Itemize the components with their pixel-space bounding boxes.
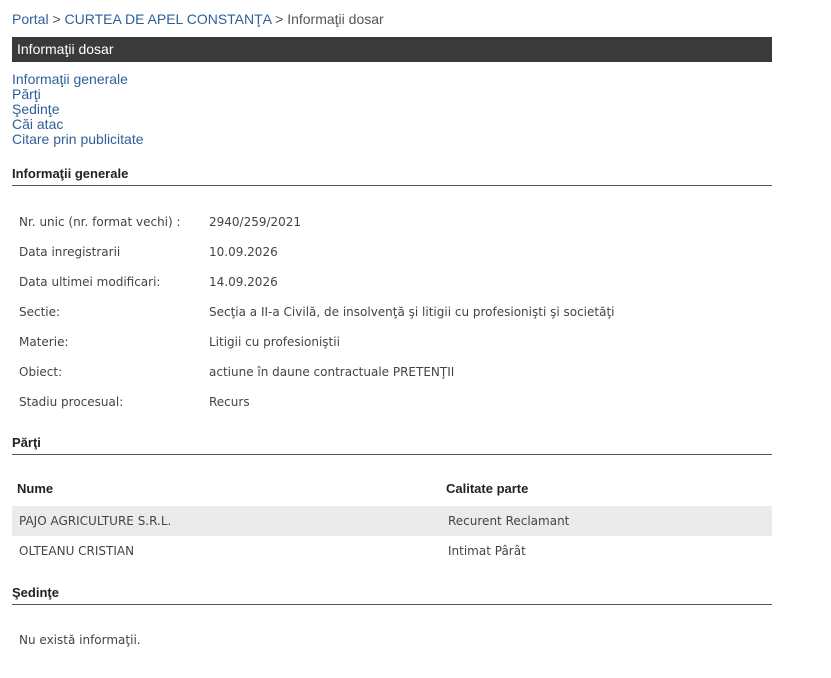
link-public-summons[interactable]: Citare prin publicitate (12, 132, 144, 147)
party-name: OLTEANU CRISTIAN (19, 544, 135, 558)
link-hearings[interactable]: Şedinţe (12, 102, 144, 117)
info-row: Materie: Litigii cu profesioniştii (19, 335, 340, 349)
breadcrumb-separator: > (52, 11, 61, 27)
info-value: 10.09.2026 (209, 245, 278, 259)
info-row: Data inregistrarii 10.09.2026 (19, 245, 278, 259)
parties-heading: Părţi (12, 435, 772, 455)
info-label: Stadiu procesual: (19, 395, 124, 409)
info-label: Data ultimei modificari: (19, 275, 161, 289)
info-value: 14.09.2026 (209, 275, 278, 289)
link-general-info[interactable]: Informaţii generale (12, 72, 144, 87)
general-info-heading: Informaţii generale (12, 166, 772, 186)
info-label: Obiect: (19, 365, 63, 379)
info-value: Recurs (209, 395, 250, 409)
info-label: Nr. unic (nr. format vechi) : (19, 215, 181, 229)
link-appeals[interactable]: Căi atac (12, 117, 144, 132)
party-name: PAJO AGRICULTURE S.R.L. (19, 514, 172, 528)
breadcrumb-current: Informaţii dosar (287, 11, 384, 27)
info-label: Sectie: (19, 305, 61, 319)
breadcrumb-court-link[interactable]: CURTEA DE APEL CONSTANŢA (65, 11, 272, 27)
table-row: OLTEANU CRISTIAN Intimat Pârât (12, 536, 772, 566)
column-header-role: Calitate parte (446, 481, 529, 496)
party-role: Recurent Reclamant (448, 514, 570, 528)
section-links: Informaţii generale Părţi Şedinţe Căi at… (12, 72, 144, 147)
info-row: Sectie: Secţia a II-a Civilă, de insolven… (19, 305, 615, 319)
breadcrumb-portal-link[interactable]: Portal (12, 11, 49, 27)
info-row: Data ultimei modificari: 14.09.2026 (19, 275, 278, 289)
party-role: Intimat Pârât (448, 544, 526, 558)
column-header-name: Nume (17, 481, 54, 496)
hearings-heading: Şedinţe (12, 585, 772, 605)
breadcrumb: Portal > CURTEA DE APEL CONSTANŢA > Info… (12, 11, 384, 27)
table-row: PAJO AGRICULTURE S.R.L. Recurent Reclama… (12, 506, 772, 536)
page-title: Informaţii dosar (12, 37, 772, 62)
info-value: 2940/259/2021 (209, 215, 302, 229)
info-label: Data inregistrarii (19, 245, 121, 259)
info-row: Obiect: actiune în daune contractuale PRE… (19, 365, 454, 379)
info-value: actiune în daune contractuale PRETENŢII (209, 365, 455, 379)
info-row: Nr. unic (nr. format vechi) : 2940/259/20… (19, 215, 301, 229)
link-parties[interactable]: Părţi (12, 87, 144, 102)
info-label: Materie: (19, 335, 69, 349)
no-hearings-message: Nu există informaţii. (19, 633, 141, 647)
info-row: Stadiu procesual: Recurs (19, 395, 250, 409)
info-value: Secţia a II-a Civilă, de insolvenţă şi l… (209, 305, 615, 319)
breadcrumb-separator: > (275, 11, 284, 27)
info-value: Litigii cu profesioniştii (209, 335, 340, 349)
